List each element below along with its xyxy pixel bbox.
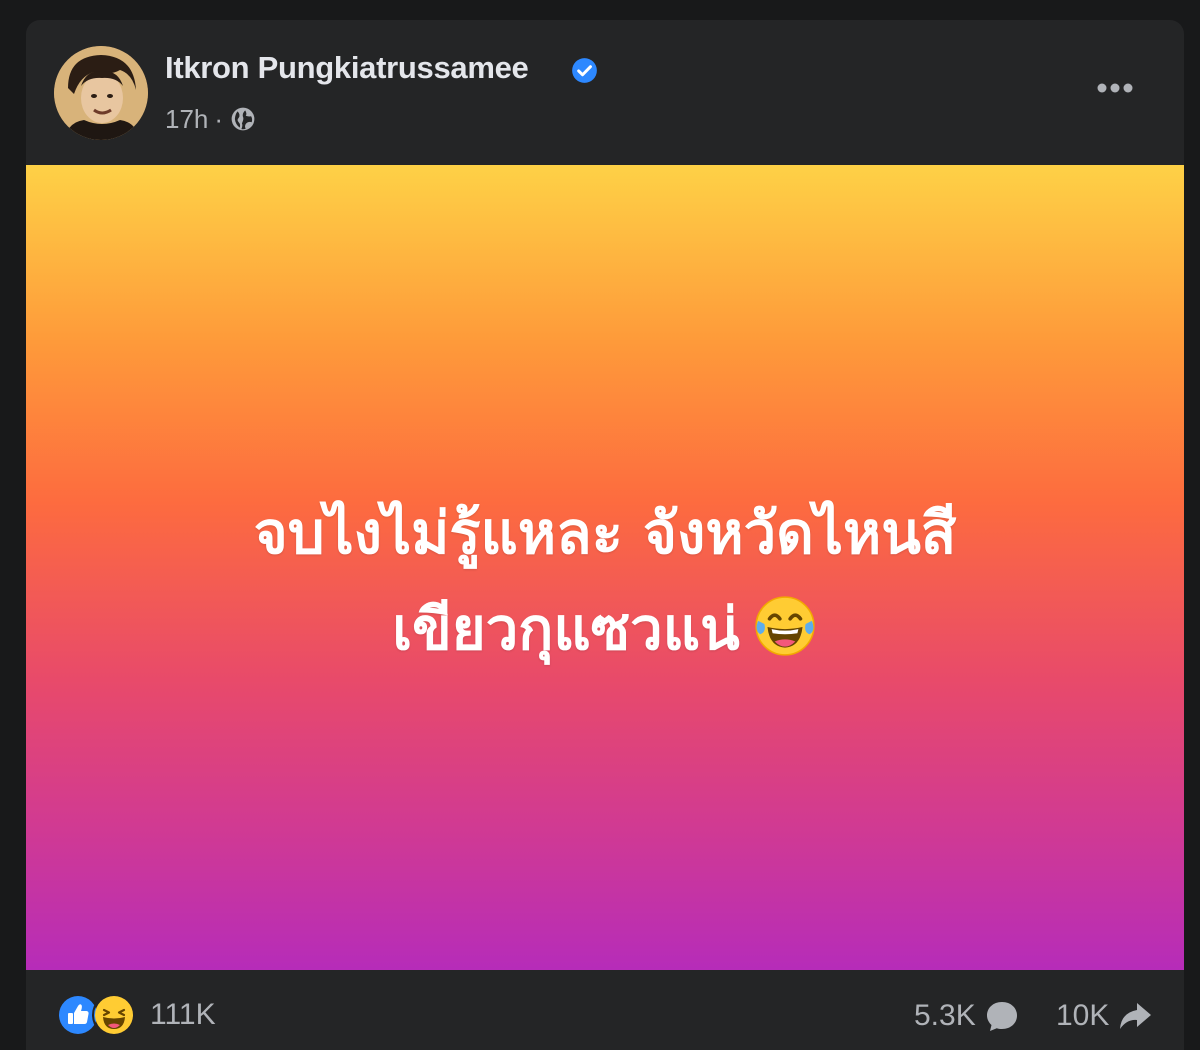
comments-summary[interactable]: 5.3K xyxy=(914,996,1020,1036)
more-options-icon xyxy=(1097,83,1133,93)
comment-count[interactable]: 5.3K xyxy=(914,999,976,1033)
shares-summary[interactable]: 10K xyxy=(1056,996,1153,1036)
reactions-summary[interactable]: 111K xyxy=(56,993,216,1037)
meta-separator: · xyxy=(214,103,224,134)
post-header: Itkron Pungkiatrussamee 17h · xyxy=(26,20,1184,165)
post-background: จบไงไม่รู้แหละ จังหวัดไหนสี เขียวกุแซวแน… xyxy=(26,165,1184,970)
haha-icon xyxy=(92,993,136,1037)
post-text: จบไงไม่รู้แหละ จังหวัดไหนสี เขียวกุแซวแน… xyxy=(26,485,1184,677)
author-avatar[interactable] xyxy=(54,46,148,140)
post-text-line-2: เขียวกุแซวแน่ xyxy=(26,581,1184,677)
post-text-line-2-text: เขียวกุแซวแน่ xyxy=(392,595,740,663)
post-text-line-1: จบไงไม่รู้แหละ จังหวัดไหนสี xyxy=(253,499,957,567)
globe-icon[interactable] xyxy=(230,106,256,132)
post-card: Itkron Pungkiatrussamee 17h · จบไงไม่รู้… xyxy=(26,20,1184,1050)
reaction-count[interactable]: 111K xyxy=(150,998,216,1032)
laughing-tears-emoji xyxy=(755,596,815,656)
share-icon xyxy=(1120,1003,1152,1029)
share-count[interactable]: 10K xyxy=(1056,999,1109,1033)
more-options-button[interactable] xyxy=(1090,70,1140,106)
post-timestamp[interactable]: 17h xyxy=(165,104,208,135)
avatar-image xyxy=(54,46,148,140)
author-name[interactable]: Itkron Pungkiatrussamee xyxy=(165,50,529,86)
verified-badge-icon xyxy=(572,58,597,83)
post-meta: 17h · xyxy=(165,102,256,136)
page: Itkron Pungkiatrussamee 17h · จบไงไม่รู้… xyxy=(0,0,1200,1050)
comment-icon xyxy=(986,1002,1017,1031)
post-footer: 111K 5.3K 10K xyxy=(26,970,1184,1050)
